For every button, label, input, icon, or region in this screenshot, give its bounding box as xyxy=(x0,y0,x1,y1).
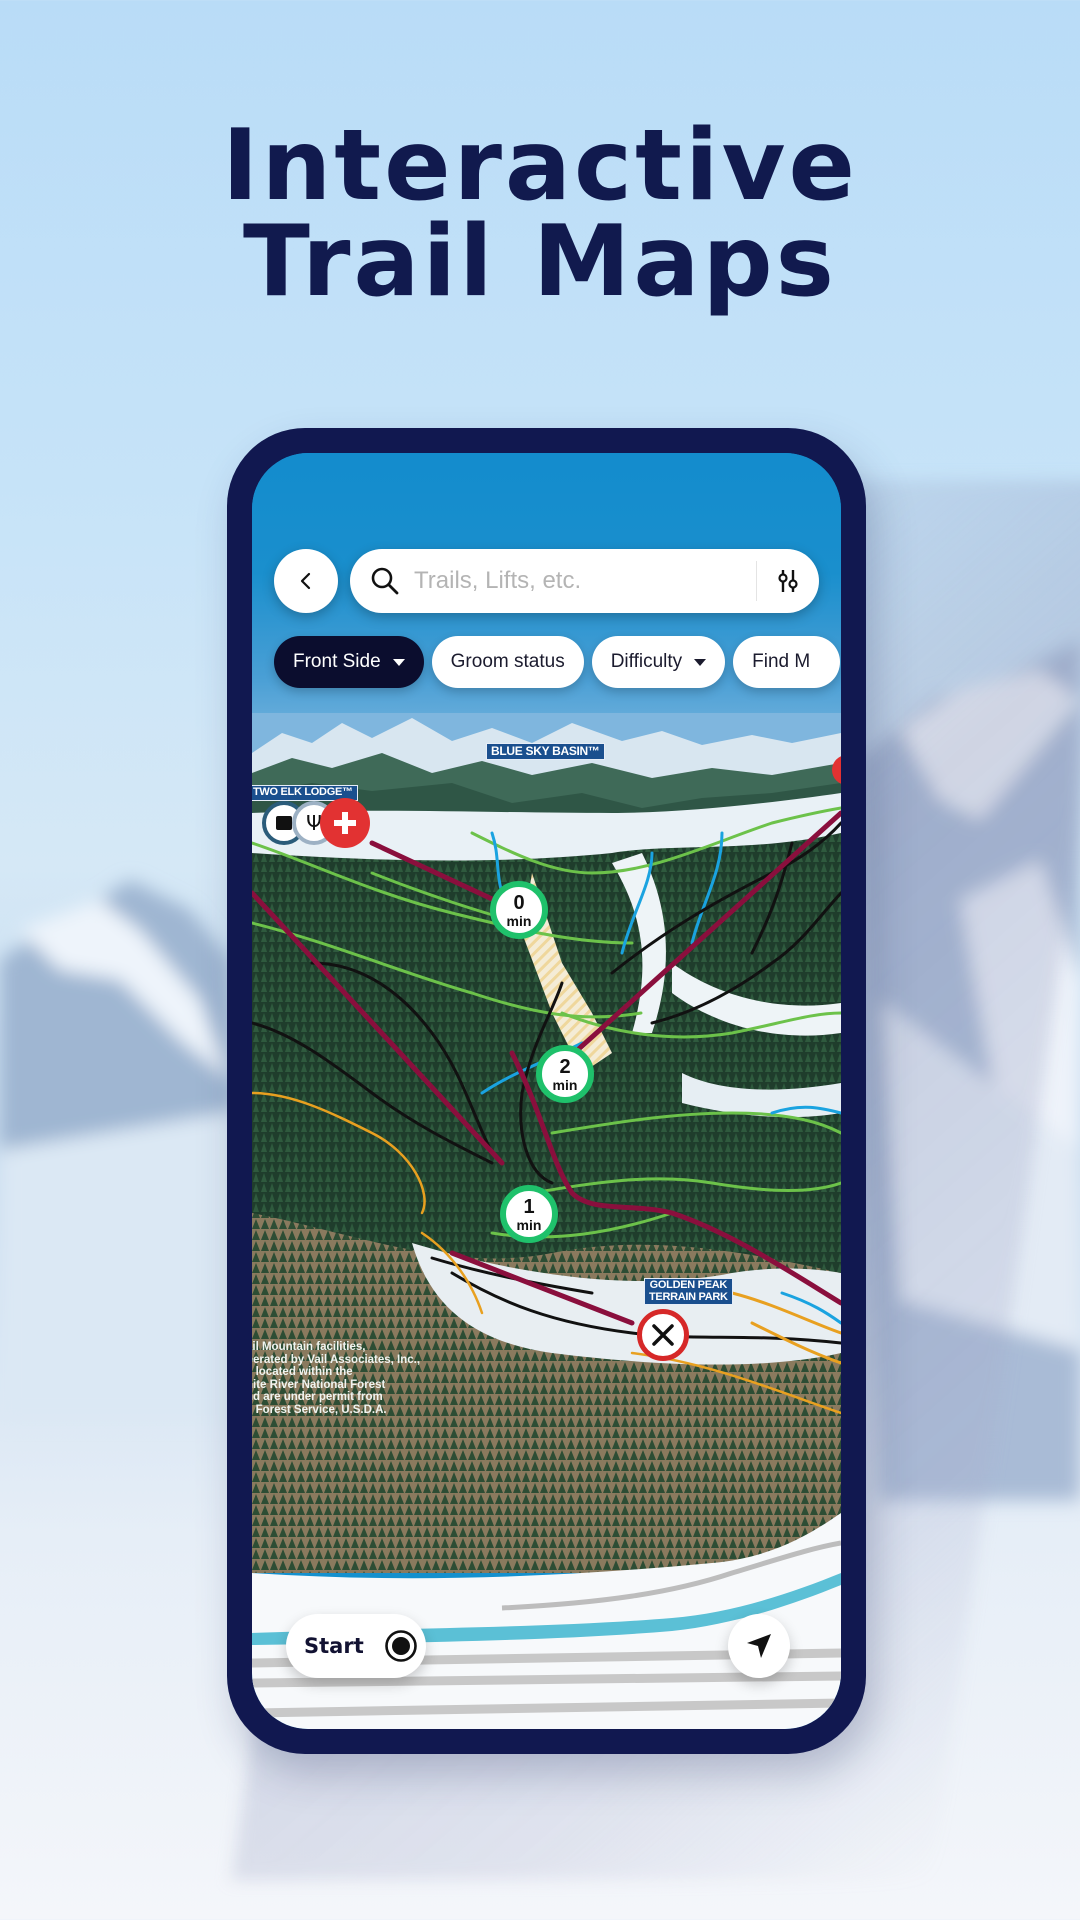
top-bar xyxy=(274,549,819,613)
filter-chips: Front Side Groom status Difficulty Find … xyxy=(274,636,841,688)
lift-timer[interactable]: 0 min xyxy=(490,881,548,939)
caret-down-icon xyxy=(694,658,707,666)
golden-peak-line-2: TERRAIN PARK xyxy=(649,1290,728,1303)
chip-front-side[interactable]: Front Side xyxy=(274,636,424,688)
first-aid-poi[interactable] xyxy=(320,798,370,848)
navigation-arrow-icon xyxy=(747,1634,771,1658)
app-screen: BLUE SKY BASIN™ TWO ELK LODGE™ GOLDEN PE… xyxy=(252,453,841,1729)
chip-difficulty[interactable]: Difficulty xyxy=(591,636,726,688)
search-divider xyxy=(756,561,757,601)
phone-frame: BLUE SKY BASIN™ TWO ELK LODGE™ GOLDEN PE… xyxy=(227,428,866,1754)
caret-down-icon xyxy=(392,658,405,666)
chip-label: Front Side xyxy=(293,651,381,672)
search-bar[interactable] xyxy=(350,549,819,613)
closed-lift-marker[interactable] xyxy=(637,1309,689,1361)
golden-peak-terrain-park-label: GOLDEN PEAK TERRAIN PARK xyxy=(644,1278,733,1306)
locate-me-button[interactable] xyxy=(728,1614,790,1678)
headline-line-1: Interactive xyxy=(222,109,858,223)
headline: Interactive Trail Maps xyxy=(0,109,1080,319)
radio-target-icon xyxy=(384,1630,417,1662)
chip-find-more[interactable]: Find M xyxy=(733,636,841,688)
first-aid-icon xyxy=(334,812,356,834)
chip-groom-status[interactable]: Groom status xyxy=(431,636,584,688)
lift-timer-unit: min xyxy=(506,912,532,929)
blue-sky-basin-label: BLUE SKY BASIN™ xyxy=(486,743,605,760)
start-label: Start xyxy=(304,1634,364,1658)
info-board-icon xyxy=(276,816,292,830)
lift-timer[interactable]: 1 min xyxy=(500,1185,558,1243)
lift-timer-unit: min xyxy=(516,1216,542,1233)
lift-timer-unit: min xyxy=(552,1076,578,1093)
map-disclaimer: ail Mountain facilities, perated by Vail… xyxy=(252,1341,421,1416)
chevron-left-icon xyxy=(300,572,311,590)
lift-timer-value: 0 xyxy=(513,891,525,914)
back-button[interactable] xyxy=(274,549,338,613)
golden-peak-line-1: GOLDEN PEAK xyxy=(649,1279,728,1291)
chip-label: Groom status xyxy=(450,651,565,672)
start-button[interactable]: Start xyxy=(286,1614,426,1678)
lift-timer-value: 2 xyxy=(559,1055,571,1078)
lift-timer-value: 1 xyxy=(523,1195,535,1218)
closed-x-icon xyxy=(652,1324,674,1346)
search-icon xyxy=(371,567,399,595)
search-input[interactable] xyxy=(414,567,746,595)
sliders-icon[interactable] xyxy=(775,568,801,594)
lift-timer[interactable]: 2 min xyxy=(536,1045,594,1103)
chip-label: Find M xyxy=(752,651,811,672)
headline-line-2: Trail Maps xyxy=(243,205,837,319)
chip-label: Difficulty xyxy=(610,651,683,672)
